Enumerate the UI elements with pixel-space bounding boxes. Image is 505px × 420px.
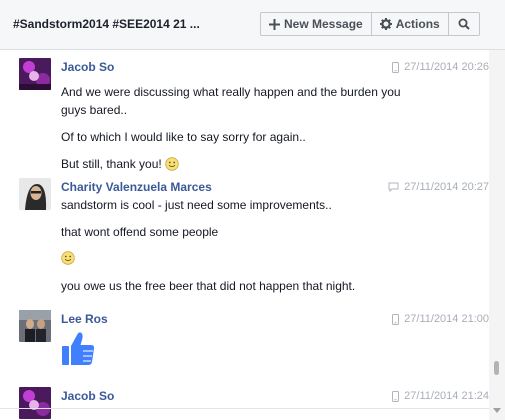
- message-group: Jacob So 27/11/2014 21:24: [0, 387, 489, 420]
- mobile-icon: [392, 390, 400, 402]
- mobile-icon: [392, 61, 400, 73]
- gear-icon: [379, 18, 392, 30]
- message-meta: 27/11/2014 20:26: [392, 61, 489, 73]
- conversation-header: #Sandstorm2014 #SEE2014 21 ... New Messa…: [0, 0, 505, 50]
- thumbs-up-icon: [61, 331, 95, 372]
- avatar[interactable]: [19, 387, 51, 419]
- timestamp: 27/11/2014 20:26: [404, 61, 489, 73]
- scrollbar-thumb[interactable]: [494, 361, 499, 375]
- message-text: Of to which I would like to say sorry fo…: [61, 130, 306, 144]
- sender-name[interactable]: Jacob So: [61, 389, 114, 403]
- timestamp: 27/11/2014 21:24: [404, 390, 489, 402]
- sender-name[interactable]: Charity Valenzuela Marces: [61, 180, 212, 194]
- timestamp: 27/11/2014 21:00: [404, 313, 489, 325]
- chat-icon: [388, 182, 399, 192]
- header-button-group: New Message Actions: [260, 12, 480, 36]
- new-message-button[interactable]: New Message: [261, 13, 372, 35]
- scroll-down-arrow-icon[interactable]: [493, 408, 501, 413]
- mobile-icon: [392, 313, 400, 325]
- message-group: Lee Ros 27/11/2014 21:00: [0, 310, 489, 380]
- message-text: But still, thank you!: [61, 157, 162, 171]
- divider: [0, 408, 489, 409]
- message-text: you owe us the free beer that did not ha…: [61, 279, 356, 293]
- message-text: And we were discussing what really happe…: [61, 85, 401, 99]
- message-text: guys bared..: [61, 103, 128, 117]
- message-text: that wont offend some people: [61, 225, 219, 239]
- plus-icon: [269, 18, 280, 30]
- conversation-title[interactable]: #Sandstorm2014 #SEE2014 21 ...: [13, 17, 200, 31]
- avatar[interactable]: [19, 310, 51, 342]
- smiley-icon: [61, 251, 75, 265]
- avatar[interactable]: [19, 58, 51, 90]
- message-meta: 27/11/2014 21:00: [392, 313, 489, 325]
- message-group: Jacob So 27/11/2014 20:26 And we were di…: [0, 58, 489, 178]
- actions-label: Actions: [395, 17, 440, 31]
- smiley-icon: [165, 157, 179, 171]
- search-icon: [458, 18, 470, 30]
- actions-button[interactable]: Actions: [372, 13, 449, 35]
- avatar[interactable]: [19, 178, 51, 210]
- message-text: sandstorm is cool - just need some impro…: [61, 198, 332, 212]
- message-meta: 27/11/2014 20:27: [388, 181, 489, 193]
- new-message-label: New Message: [284, 17, 363, 31]
- message-group: Charity Valenzuela Marces 27/11/2014 20:…: [0, 178, 489, 298]
- message-meta: 27/11/2014 21:24: [392, 390, 489, 402]
- search-button[interactable]: [449, 13, 479, 35]
- timestamp: 27/11/2014 20:27: [404, 181, 489, 193]
- message-line: But still, thank you!: [61, 157, 179, 171]
- message-thread[interactable]: Jacob So 27/11/2014 20:26 And we were di…: [0, 50, 489, 420]
- sender-name[interactable]: Lee Ros: [61, 312, 108, 326]
- sender-name[interactable]: Jacob So: [61, 60, 114, 74]
- message-line: [61, 251, 75, 265]
- scrollbar[interactable]: [489, 50, 505, 420]
